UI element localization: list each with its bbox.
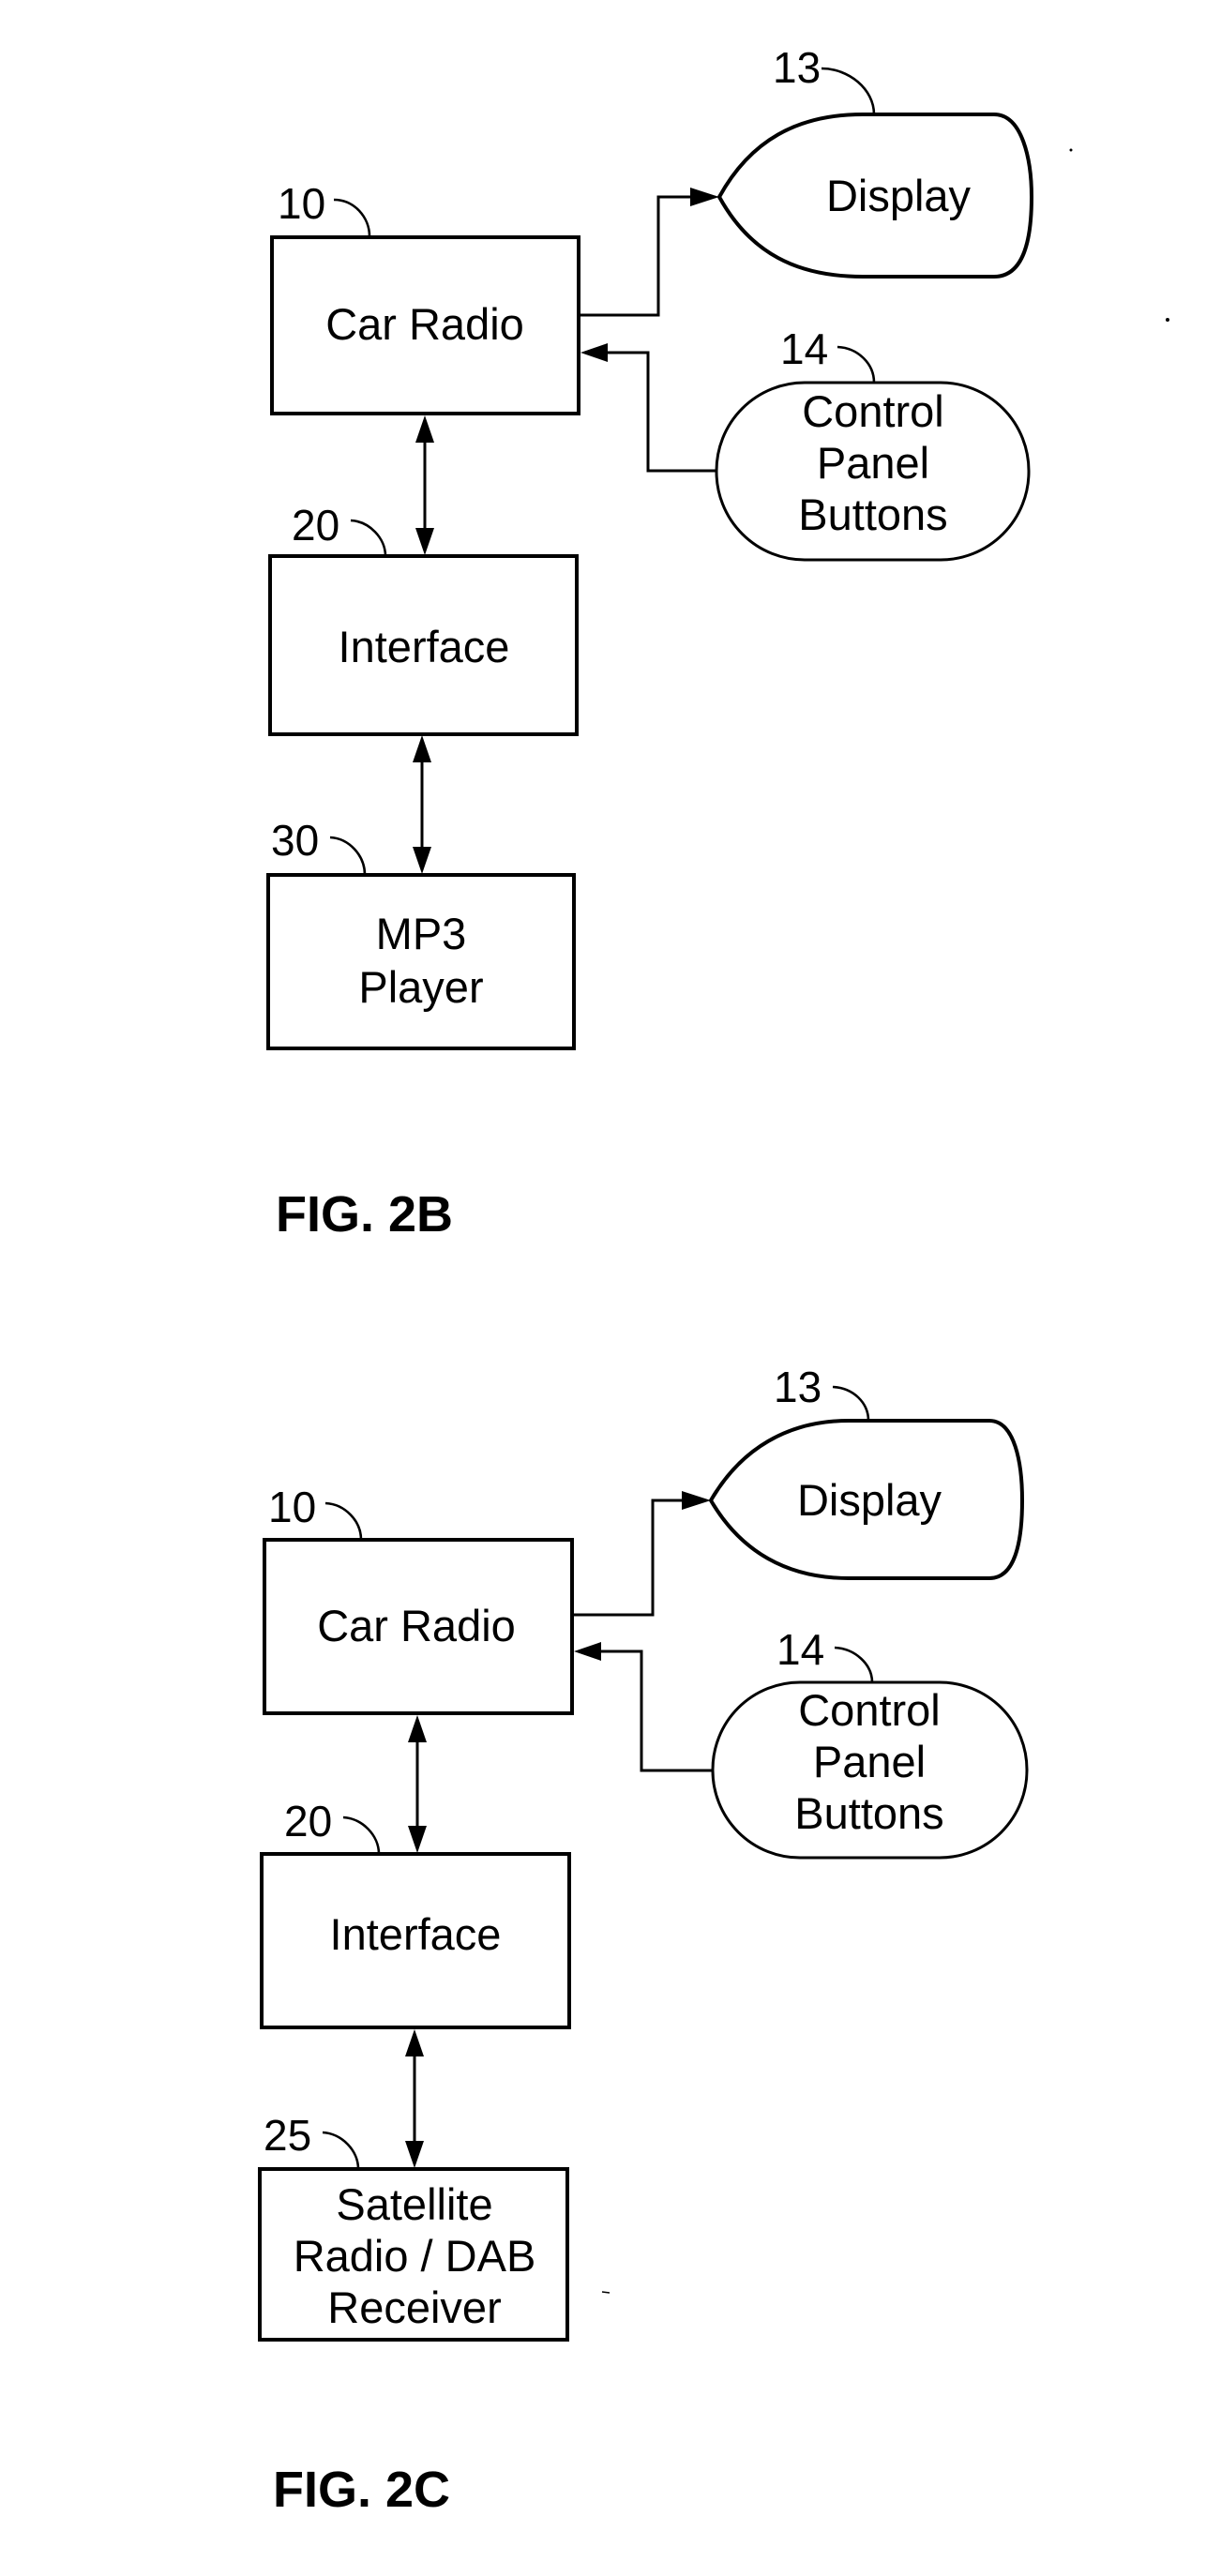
- interface-label: Interface: [339, 622, 510, 671]
- car-radio-ref-number: 10: [278, 179, 325, 228]
- connectors-2c: [405, 1491, 713, 2168]
- car-radio-leader-line: [324, 1501, 363, 1541]
- interface-leader-line: [342, 1815, 381, 1855]
- control-panel-block: Control Panel Buttons 14: [715, 324, 1031, 562]
- display-label: Display: [826, 171, 972, 220]
- interface-ref-number: 20: [284, 1797, 332, 1845]
- arrowhead-to-display: [682, 1491, 711, 1510]
- car-radio-ref-number: 10: [268, 1483, 316, 1531]
- display-ref-number: 13: [773, 43, 821, 92]
- arrowhead-up-to-radio: [408, 1715, 427, 1742]
- car-radio-label: Car Radio: [325, 299, 524, 349]
- satellite-receiver-label-line-2: Radio / DAB: [294, 2231, 536, 2281]
- figure-2c-caption: FIG. 2C: [273, 2462, 450, 2518]
- car-radio-block: Car Radio 10: [270, 179, 580, 415]
- control-panel-ref-number: 14: [780, 324, 828, 373]
- arrowhead-to-display: [690, 188, 719, 206]
- car-radio-leader-line: [333, 198, 371, 237]
- arrowhead-up-to-interface: [405, 2029, 424, 2056]
- interface-label: Interface: [330, 1909, 502, 1959]
- radio-to-display-line: [579, 195, 699, 317]
- mp3-player-label-line-2: Player: [358, 962, 483, 1012]
- control-panel-leader-line: [837, 345, 876, 384]
- arrowhead-down-to-mp3: [413, 847, 431, 874]
- display-block: Display 13: [708, 1363, 1025, 1580]
- satellite-receiver-label-line-1: Satellite: [336, 2179, 492, 2229]
- control-panel-label-line-3: Buttons: [794, 1788, 943, 1838]
- control-panel-label-line-1: Control: [798, 1685, 941, 1735]
- control-panel-block: Control Panel Buttons 14: [711, 1625, 1029, 1860]
- arrowhead-down-to-interface: [415, 528, 434, 555]
- mp3-player-ref-number: 30: [271, 816, 319, 865]
- patent-drawing-sheet: Car Radio 10 Interface 20 MP3 Player 30 …: [258, 43, 1169, 2518]
- display-label: Display: [797, 1475, 942, 1525]
- car-radio-label: Car Radio: [317, 1601, 516, 1650]
- scan-speck: [1166, 318, 1169, 322]
- satellite-receiver-ref-number: 25: [264, 2111, 311, 2160]
- control-panel-leader-line: [834, 1646, 874, 1683]
- figure-2b-caption: FIG. 2B: [276, 1186, 453, 1243]
- control-to-radio-line: [600, 351, 716, 473]
- control-panel-label-line-2: Panel: [813, 1737, 926, 1786]
- arrowhead-to-radio: [574, 1642, 601, 1661]
- interface-leader-line: [350, 519, 387, 557]
- figure-2c: Car Radio 10 Interface 20 Satellite Radi…: [258, 1363, 1029, 2518]
- control-panel-ref-number: 14: [776, 1625, 824, 1674]
- control-panel-label-line-1: Control: [802, 386, 944, 436]
- display-leader-line: [821, 67, 876, 115]
- arrowhead-down-to-interface: [408, 1826, 427, 1853]
- satellite-receiver-leader-line: [322, 2131, 360, 2170]
- control-panel-label-line-2: Panel: [817, 438, 929, 488]
- car-radio-block: Car Radio 10: [263, 1483, 574, 1715]
- mp3-player-label-line-1: MP3: [376, 909, 467, 958]
- radio-to-display-line: [572, 1499, 690, 1617]
- arrowhead-up-to-radio: [415, 415, 434, 443]
- satellite-receiver-label-line-3: Receiver: [327, 2282, 501, 2332]
- arrowhead-up-to-interface: [413, 735, 431, 762]
- control-panel-label-line-3: Buttons: [798, 490, 947, 539]
- scan-speck: [601, 2291, 611, 2294]
- arrowhead-down-to-receiver: [405, 2141, 424, 2168]
- connectors-2b: [413, 188, 719, 874]
- display-leader-line: [832, 1385, 870, 1422]
- arrowhead-to-radio: [580, 343, 608, 362]
- mp3-player-leader-line: [329, 836, 367, 876]
- display-ref-number: 13: [774, 1363, 822, 1411]
- display-block: Display 13: [716, 43, 1034, 279]
- scan-speck: [1069, 148, 1073, 152]
- interface-ref-number: 20: [292, 501, 339, 550]
- figure-2b: Car Radio 10 Interface 20 MP3 Player 30 …: [266, 43, 1169, 1243]
- control-to-radio-line: [594, 1650, 713, 1772]
